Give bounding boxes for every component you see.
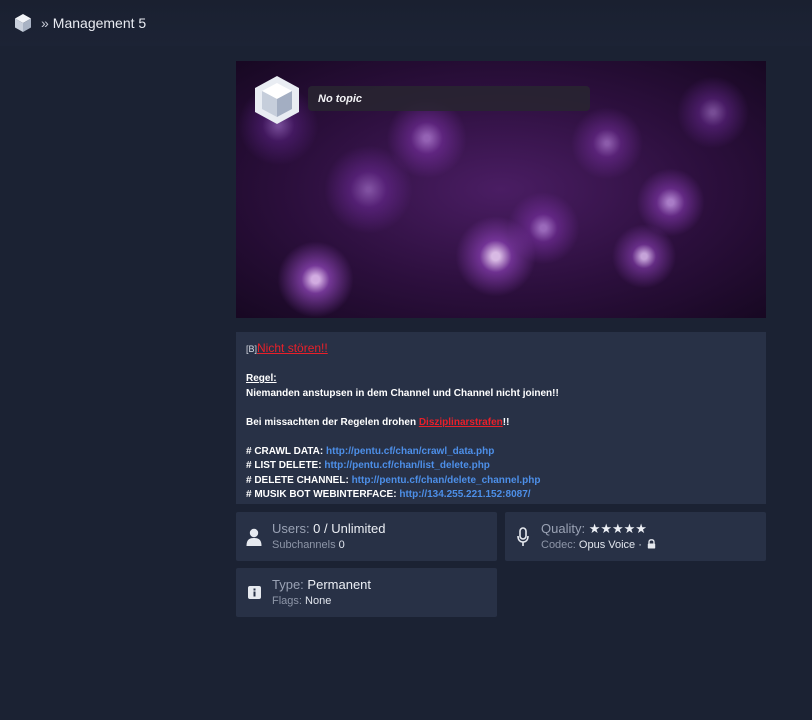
channel-banner: No topic bbox=[236, 61, 766, 318]
link-label: # LIST DELETE: bbox=[246, 460, 325, 471]
link-line-crawl: # CRAWL DATA: http://pentu.cf/chan/crawl… bbox=[246, 445, 756, 460]
link-line-list-delete: # LIST DELETE: http://pentu.cf/chan/list… bbox=[246, 459, 756, 474]
warning-prefix: Bei missachten der Regelen drohen bbox=[246, 416, 419, 428]
type-card: Type: Permanent Flags: None bbox=[236, 568, 497, 617]
users-value: 0 / Unlimited bbox=[313, 521, 386, 536]
type-value: Permanent bbox=[307, 577, 372, 592]
subchannels-label: Subchannels bbox=[272, 539, 339, 551]
type-label: Type: bbox=[272, 577, 308, 592]
codec-line: Codec: Opus Voice · bbox=[541, 538, 656, 553]
quality-card: Quality: ★★★★★ Codec: Opus Voice · bbox=[505, 512, 766, 561]
rule-heading: Regel: bbox=[246, 373, 277, 384]
link-label: # CRAWL DATA: bbox=[246, 445, 326, 457]
microphone-icon bbox=[517, 526, 529, 546]
quality-stars: ★★★★★ bbox=[588, 521, 647, 536]
channel-cube-icon bbox=[15, 14, 31, 32]
codec-value: Opus Voice · bbox=[578, 539, 642, 551]
users-line: Users: 0 / Unlimited bbox=[272, 520, 385, 537]
subchannels-line: Subchannels 0 bbox=[272, 538, 385, 553]
channel-description: [B]Nicht stören!! Regel: Niemanden anstu… bbox=[236, 332, 766, 504]
crawl-data-link[interactable]: http://pentu.cf/chan/crawl_data.php bbox=[326, 446, 494, 457]
link-line-musik-bot: # MUSIK BOT WEBINTERFACE: http://134.255… bbox=[246, 488, 756, 503]
users-label: Users: bbox=[272, 521, 314, 536]
top-bar: » Management 5 bbox=[0, 0, 812, 46]
subchannels-value: 0 bbox=[338, 539, 345, 551]
link-label: # DELETE CHANNEL: bbox=[246, 474, 352, 486]
musik-bot-link[interactable]: http://134.255.221.152:8087/ bbox=[399, 489, 530, 500]
warning-link: Disziplinarstrafen bbox=[418, 416, 503, 428]
quality-label: Quality: bbox=[541, 521, 589, 536]
breadcrumb: » Management 5 bbox=[41, 15, 146, 31]
link-line-delete-channel: # DELETE CHANNEL: http://pentu.cf/chan/d… bbox=[246, 474, 756, 489]
description-tag: [B] bbox=[246, 344, 258, 354]
type-line: Type: Permanent bbox=[272, 576, 371, 593]
lock-icon bbox=[647, 539, 656, 549]
link-label: # MUSIK BOT WEBINTERFACE: bbox=[246, 489, 400, 500]
breadcrumb-separator: » bbox=[41, 15, 49, 31]
quality-line: Quality: ★★★★★ bbox=[541, 520, 656, 537]
description-title: Nicht stören!! bbox=[257, 341, 328, 355]
channel-avatar-icon bbox=[255, 76, 299, 124]
channel-name[interactable]: Management 5 bbox=[53, 15, 146, 31]
flags-label: Flags: bbox=[272, 595, 306, 607]
users-card: Users: 0 / Unlimited Subchannels 0 bbox=[236, 512, 497, 561]
list-delete-link[interactable]: http://pentu.cf/chan/list_delete.php bbox=[324, 460, 490, 471]
delete-channel-link[interactable]: http://pentu.cf/chan/delete_channel.php bbox=[352, 475, 541, 486]
codec-label: Codec: bbox=[541, 539, 579, 551]
flags-value: None bbox=[305, 595, 332, 607]
info-icon bbox=[247, 586, 261, 599]
warning-line: Bei missachten der Regelen drohen Diszip… bbox=[246, 416, 756, 431]
flags-line: Flags: None bbox=[272, 594, 371, 609]
topic-text: No topic bbox=[318, 92, 362, 105]
rule-text: Niemanden anstupsen in dem Channel und C… bbox=[246, 387, 559, 399]
warning-suffix: !! bbox=[502, 416, 510, 428]
topic-bar: No topic bbox=[308, 86, 590, 111]
user-icon bbox=[246, 528, 262, 546]
